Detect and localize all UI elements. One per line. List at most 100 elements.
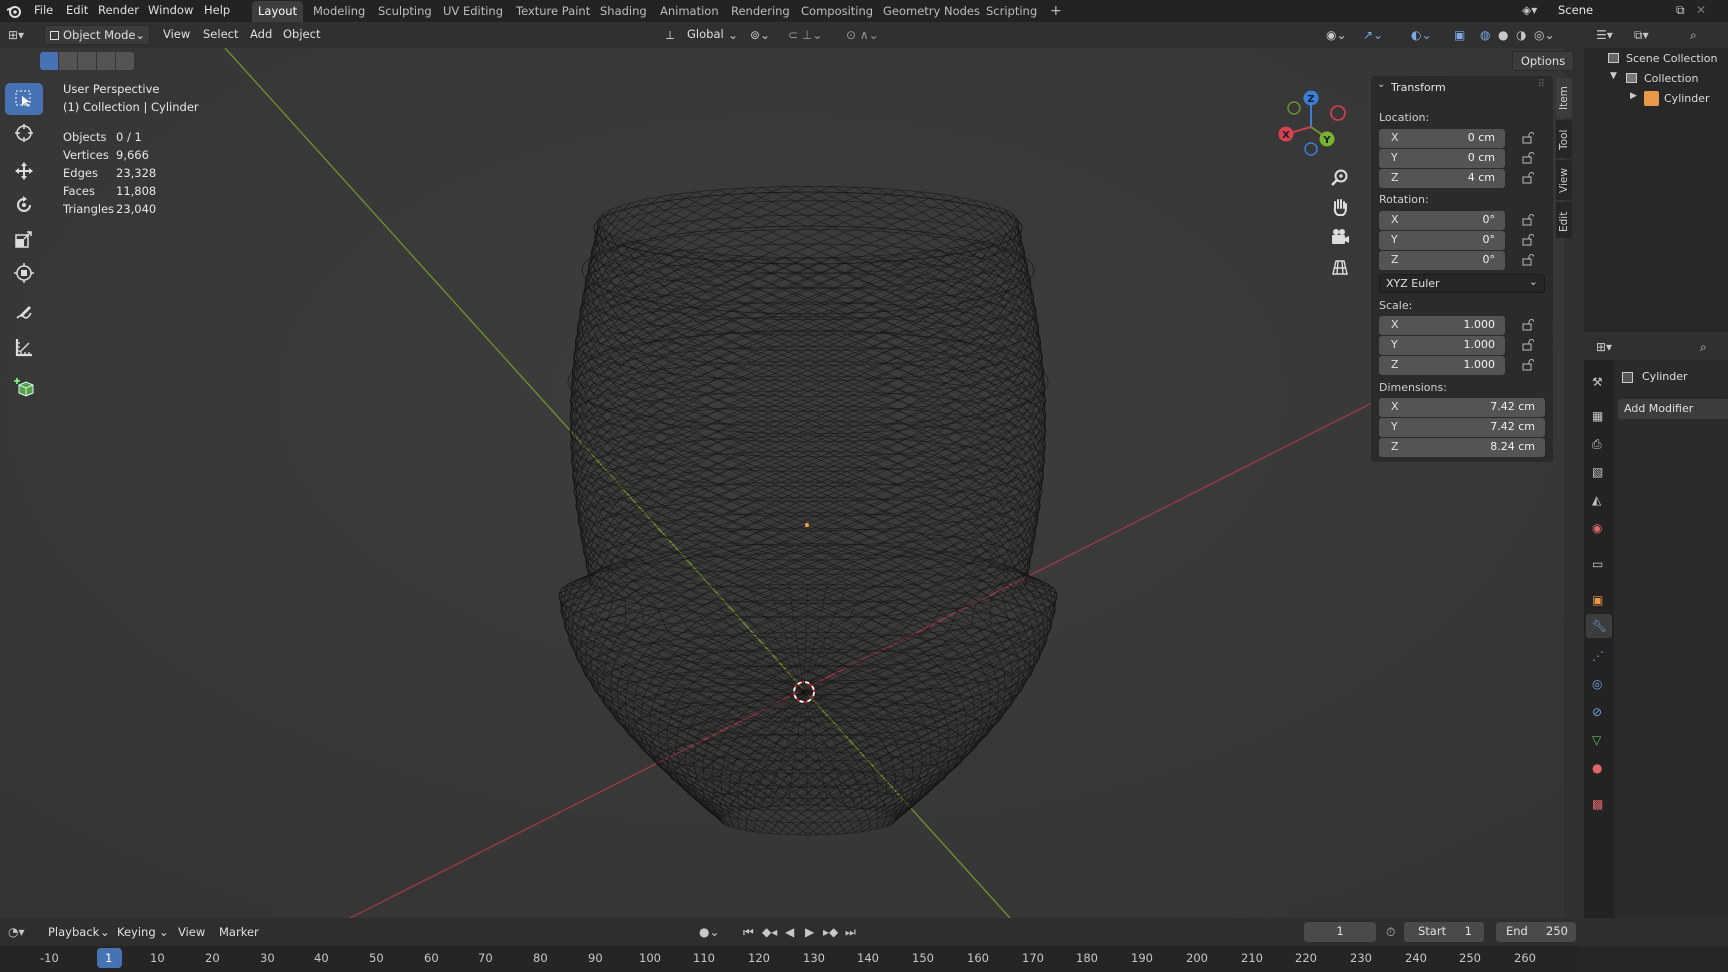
menu-help[interactable]: Help — [198, 0, 236, 22]
add-workspace-button[interactable]: + — [1044, 1, 1068, 22]
material-props-icon[interactable]: ● — [1592, 760, 1602, 776]
outliner-editor-icon[interactable]: ☰▾ — [1596, 27, 1613, 43]
annotate-tool[interactable] — [5, 297, 43, 329]
rendered-shading-icon[interactable]: ◎⌄ — [1534, 27, 1555, 43]
search-icon[interactable]: ⌕ — [1690, 27, 1697, 43]
current-frame-field[interactable]: 1 — [1304, 922, 1376, 942]
chevron-down-icon[interactable]: ⌄ — [728, 27, 738, 43]
outliner-row-cylinder[interactable]: ▶ Cylinder — [1584, 90, 1728, 108]
expand-chevron-icon[interactable]: ▼ — [1610, 71, 1617, 81]
properties-editor-icon[interactable]: ⊞▾ — [1596, 339, 1612, 355]
tab-shading[interactable]: Shading — [594, 1, 653, 22]
lock-icon[interactable] — [1522, 172, 1534, 184]
texture-props-icon[interactable]: ▩ — [1592, 796, 1603, 812]
menu-window[interactable]: Window — [142, 0, 199, 22]
tab-compositing[interactable]: Compositing — [795, 1, 879, 22]
end-frame-field[interactable]: End 250 — [1496, 922, 1576, 942]
tab-layout[interactable]: Layout — [252, 1, 304, 22]
rotate-tool[interactable] — [5, 189, 43, 221]
object-name-label[interactable]: Cylinder — [1642, 370, 1688, 383]
data-props-icon[interactable]: ▽ — [1592, 732, 1601, 748]
navigation-gizmo[interactable]: Z Y X — [1274, 86, 1354, 160]
menu-select[interactable]: Select — [198, 25, 243, 45]
timeline-ruler[interactable]: -10 1 10 20 30 40 50 60 70 80 90 100 110… — [0, 946, 1580, 972]
jump-start-icon[interactable]: ⏮ — [743, 924, 754, 940]
location-y-field[interactable]: Y 0 cm — [1379, 149, 1505, 168]
pan-button[interactable] — [1326, 194, 1354, 222]
record-keyframe-icon[interactable]: ●⌄ — [699, 924, 720, 940]
solid-shading-icon[interactable]: ● — [1498, 27, 1508, 43]
outliner-row-collection[interactable]: ▼ Collection — [1584, 70, 1728, 88]
camera-view-button[interactable] — [1326, 224, 1354, 252]
lock-icon[interactable] — [1522, 319, 1534, 331]
rotation-z-field[interactable]: Z 0° — [1379, 251, 1505, 270]
pivot-icon[interactable]: ⊚⌄ — [750, 27, 770, 43]
select-intersect-icon[interactable] — [116, 52, 134, 70]
tab-scripting[interactable]: Scripting — [980, 1, 1043, 22]
snap-icon[interactable]: ⊂ ⊥⌄ — [788, 27, 822, 43]
move-tool[interactable] — [5, 155, 43, 187]
start-frame-field[interactable]: Start 1 — [1404, 922, 1484, 942]
rotation-y-field[interactable]: Y 0° — [1379, 231, 1505, 250]
transform-tool[interactable] — [5, 257, 43, 289]
lock-icon[interactable] — [1522, 234, 1534, 246]
visibility-icon[interactable]: ◉⌄ — [1326, 27, 1347, 43]
tab-texture-paint[interactable]: Texture Paint — [510, 1, 596, 22]
object-props-icon[interactable]: ▣ — [1592, 592, 1603, 608]
lock-icon[interactable] — [1522, 254, 1534, 266]
selection-mode-buttons[interactable] — [40, 52, 134, 70]
tool-props-icon[interactable]: ⚒ — [1592, 374, 1603, 390]
wrench-icon[interactable]: 🔧︎ — [1592, 618, 1607, 634]
jump-prev-keyframe-icon[interactable]: ◆◂ — [762, 924, 777, 940]
overlays-icon[interactable]: ◐⌄ — [1411, 27, 1432, 43]
view-layer-props-icon[interactable]: ▧ — [1592, 464, 1603, 480]
scene-props-icon[interactable]: ◭ — [1592, 492, 1601, 508]
tab-uv-editing[interactable]: UV Editing — [437, 1, 509, 22]
lock-icon[interactable] — [1522, 152, 1534, 164]
dimensions-x-field[interactable]: X 7.42 cm — [1379, 398, 1545, 417]
scale-y-field[interactable]: Y 1.000 — [1379, 336, 1505, 355]
xray-icon[interactable]: ▣ — [1454, 27, 1465, 43]
lock-icon[interactable] — [1522, 339, 1534, 351]
drag-handle-icon[interactable]: ⠿ — [1538, 79, 1545, 90]
jump-next-keyframe-icon[interactable]: ▸◆ — [823, 924, 838, 940]
tab-view[interactable]: View — [1556, 160, 1572, 200]
tab-tool[interactable]: Tool — [1556, 120, 1572, 158]
mode-dropdown[interactable]: Object Mode ⌄ — [44, 25, 150, 45]
particles-props-icon[interactable]: ⋰ — [1592, 648, 1604, 664]
render-props-icon[interactable]: ▦ — [1592, 408, 1603, 424]
gizmo-toggle-icon[interactable]: ↗⌄ — [1363, 27, 1383, 43]
menu-view[interactable]: View — [158, 25, 195, 45]
menu-marker[interactable]: Marker — [219, 925, 259, 939]
display-mode-icon[interactable]: ⧉▾ — [1634, 27, 1649, 43]
remove-scene-icon[interactable]: ✕ — [1696, 2, 1706, 18]
outliner-row-scene-collection[interactable]: Scene Collection — [1584, 50, 1728, 68]
lock-icon[interactable] — [1522, 359, 1534, 371]
jump-end-icon[interactable]: ⏭ — [845, 924, 856, 940]
select-subtract-icon[interactable] — [78, 52, 96, 70]
dimensions-z-field[interactable]: Z 8.24 cm — [1379, 438, 1545, 457]
measure-tool[interactable] — [5, 331, 43, 363]
tab-animation[interactable]: Animation — [654, 1, 725, 22]
menu-edit[interactable]: Edit — [60, 0, 94, 22]
play-icon[interactable]: ▶ — [805, 924, 814, 940]
physics-props-icon[interactable]: ◎ — [1592, 676, 1602, 692]
scale-x-field[interactable]: X 1.000 — [1379, 316, 1505, 335]
lock-icon[interactable] — [1522, 214, 1534, 226]
transform-section-title[interactable]: Transform — [1391, 81, 1446, 94]
world-props-icon[interactable]: ◉ — [1592, 520, 1602, 536]
output-props-icon[interactable]: ⎙ — [1592, 436, 1602, 452]
add-modifier-button[interactable]: Add Modifier — [1618, 399, 1728, 419]
expand-chevron-icon[interactable]: ▶ — [1630, 91, 1637, 101]
select-box-tool[interactable] — [5, 83, 43, 115]
scene-name[interactable]: Scene — [1552, 0, 1599, 22]
collapse-chevron-icon[interactable]: ⌄ — [1377, 79, 1385, 90]
collection-props-icon[interactable]: ▭ — [1592, 556, 1603, 572]
search-icon[interactable]: ⌕ — [1700, 339, 1707, 355]
constraints-props-icon[interactable]: ⊘ — [1592, 704, 1602, 720]
scale-tool[interactable] — [5, 223, 43, 255]
select-extend-icon[interactable] — [59, 52, 77, 70]
menu-object[interactable]: Object — [278, 25, 325, 45]
zoom-button[interactable] — [1326, 164, 1354, 192]
play-reverse-icon[interactable]: ◀ — [785, 924, 794, 940]
